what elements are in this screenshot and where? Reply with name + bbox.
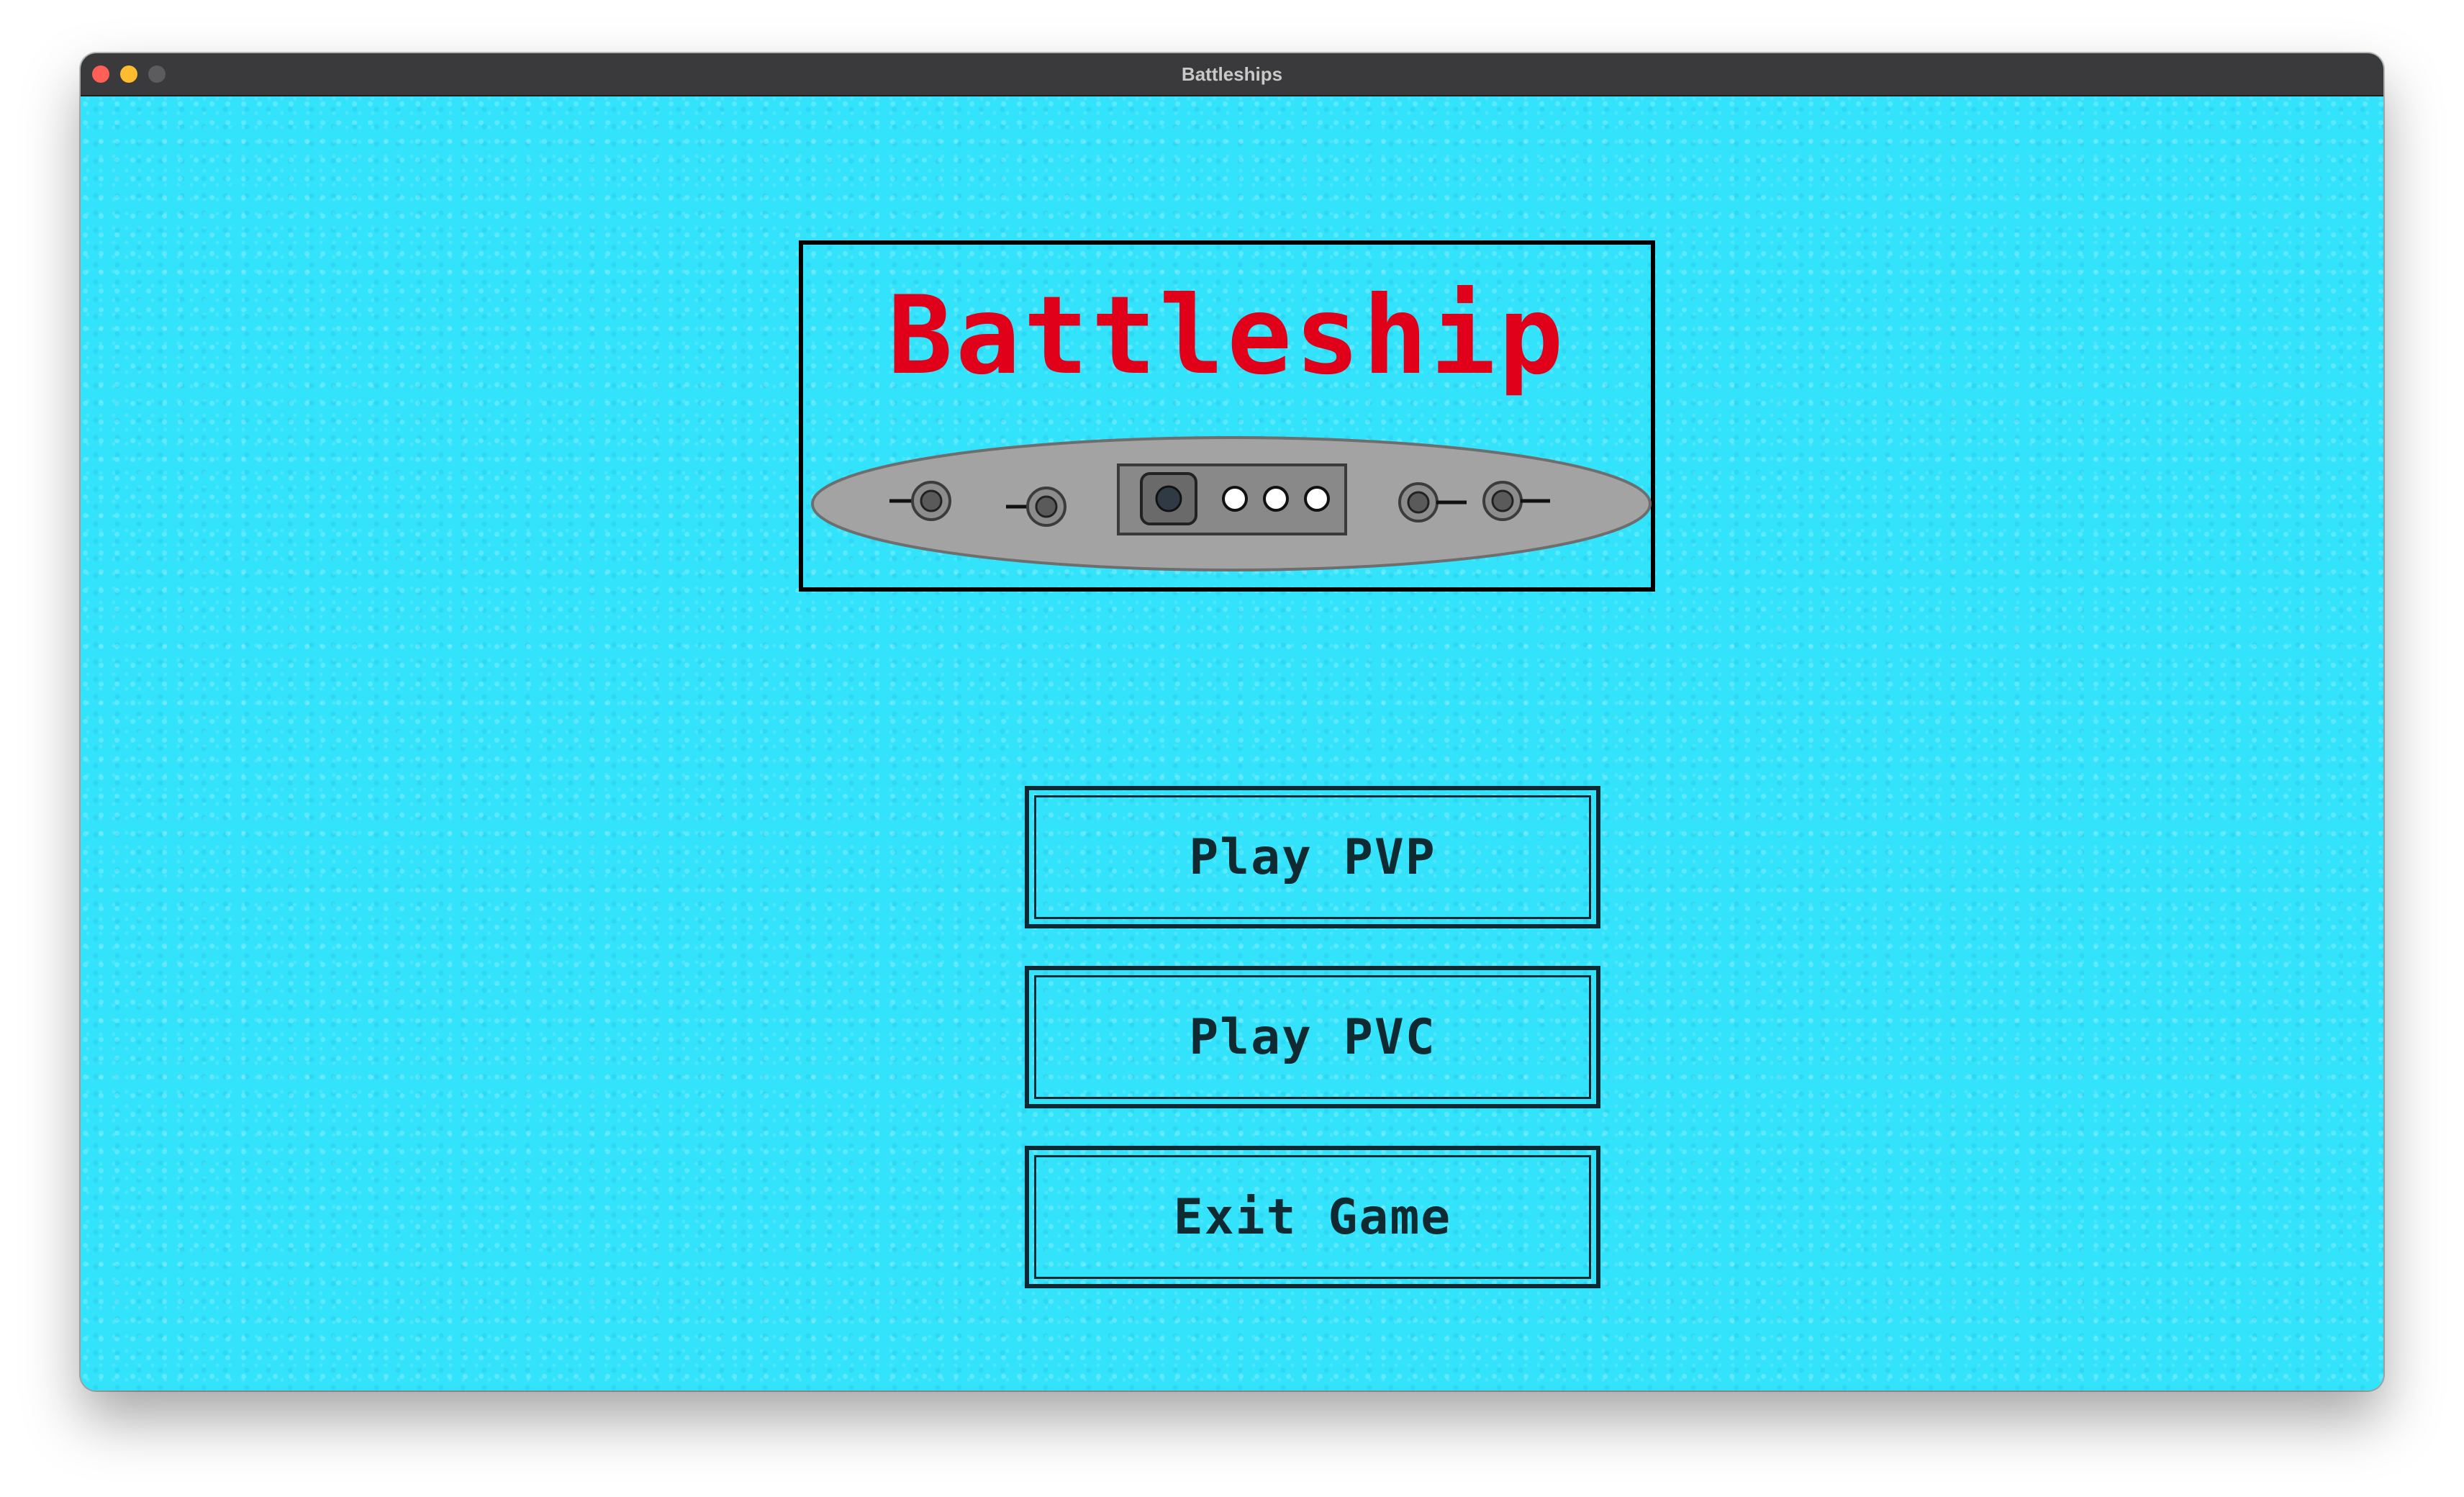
play-pvc-button[interactable]: Play PVC <box>1025 966 1600 1108</box>
window-title: Battleships <box>1181 63 1283 85</box>
play-pvc-label: Play PVC <box>1189 1008 1436 1066</box>
play-pvp-button[interactable]: Play PVP <box>1025 786 1600 928</box>
exit-game-label: Exit Game <box>1173 1188 1452 1246</box>
sea-background: Battleship Play PVP Play PVC Exit Game <box>81 96 2383 1390</box>
battleship-icon <box>811 436 1652 571</box>
logo-panel: Battleship <box>799 240 1655 592</box>
game-window: Battleships Battleship Play PVP Play PVC… <box>81 53 2383 1390</box>
play-pvp-label: Play PVP <box>1189 828 1436 886</box>
bridge-icon <box>1117 463 1347 535</box>
title-bar: Battleships <box>81 53 2383 96</box>
exit-game-button[interactable]: Exit Game <box>1025 1146 1600 1288</box>
game-title: Battleship <box>887 273 1567 399</box>
